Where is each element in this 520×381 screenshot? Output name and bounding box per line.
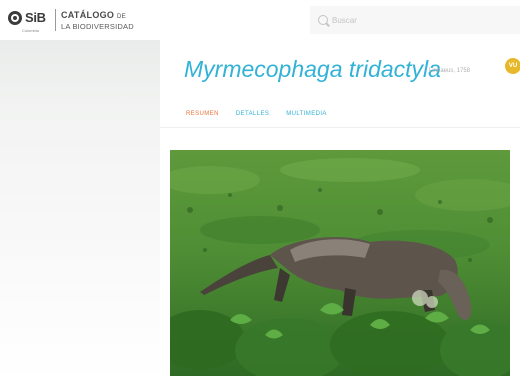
logo-subtext: Colombia	[22, 28, 39, 33]
catalog-line2: LA BIODIVERSIDAD	[61, 22, 134, 31]
sidebar	[0, 40, 160, 381]
species-author: Linnaeus, 1758	[429, 68, 471, 74]
logo-divider	[55, 9, 56, 31]
section-tabs: Resumen Detalles Multimedia	[186, 111, 327, 117]
tab-detalles[interactable]: Detalles	[236, 111, 269, 117]
anteater-photo	[170, 150, 510, 376]
logo-text: SiB	[25, 10, 46, 25]
iucn-status-badge[interactable]: VU	[505, 58, 520, 74]
sib-logo-icon	[8, 10, 22, 25]
catalog-line1: CATÁLOGO	[61, 10, 115, 20]
scientific-name: Myrmecophaga tridactyla	[184, 56, 441, 82]
tab-resumen[interactable]: Resumen	[186, 111, 219, 117]
search-box[interactable]	[310, 6, 520, 34]
tab-multimedia[interactable]: Multimedia	[286, 111, 327, 117]
species-photo[interactable]	[170, 150, 510, 376]
search-input[interactable]	[332, 12, 512, 28]
top-bar: SiB Colombia CATÁLOGO DE LA BIODIVERSIDA…	[0, 0, 520, 40]
search-icon[interactable]	[318, 15, 328, 25]
sib-logo[interactable]: SiB Colombia	[8, 10, 46, 33]
catalog-line1-small: DE	[117, 14, 126, 20]
species-header: Myrmecophaga tridactyla Linnaeus, 1758 V…	[160, 40, 520, 132]
catalog-title[interactable]: CATÁLOGO DE LA BIODIVERSIDAD	[61, 10, 134, 32]
header-divider	[160, 127, 520, 128]
